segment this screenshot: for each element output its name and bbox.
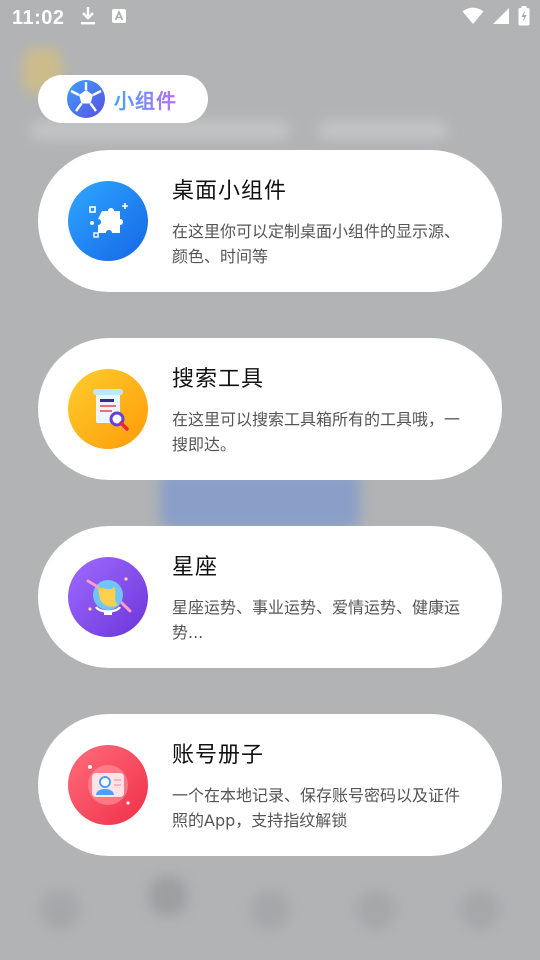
- widget-pill-label: 小组件: [114, 85, 177, 114]
- a-notification-icon: [111, 8, 127, 28]
- status-time: 11:02: [12, 6, 65, 29]
- card-description: 一个在本地记录、保存账号密码以及证件照的App，支持指纹解锁: [172, 786, 461, 830]
- card-description: 星座运势、事业运势、爱情运势、健康运势...: [172, 598, 461, 642]
- card-description: 在这里你可以定制桌面小组件的显示源、颜色、时间等: [172, 222, 461, 266]
- card-constellation[interactable]: 星座 星座运势、事业运势、爱情运势、健康运势...: [38, 526, 502, 668]
- puzzle-icon: [68, 181, 148, 261]
- card-title: 账号册子: [172, 743, 265, 768]
- status-bar: 11:02: [0, 0, 540, 36]
- battery-charging-icon: [518, 6, 530, 30]
- id-card-icon: [68, 745, 148, 825]
- card-desktop-widget[interactable]: 桌面小组件 在这里你可以定制桌面小组件的显示源、颜色、时间等: [38, 150, 502, 292]
- globe-constellation-icon: [68, 557, 148, 637]
- card-description: 在这里可以搜索工具箱所有的工具哦，一搜即达。: [172, 410, 461, 454]
- document-search-icon: [68, 369, 148, 449]
- card-title: 星座: [172, 555, 219, 580]
- wifi-icon: [462, 7, 484, 29]
- soccer-ball-logo-icon: [66, 79, 106, 119]
- card-account-book[interactable]: 账号册子 一个在本地记录、保存账号密码以及证件照的App，支持指纹解锁: [38, 714, 502, 856]
- download-icon: [79, 6, 97, 30]
- card-title: 桌面小组件: [172, 179, 288, 204]
- card-title: 搜索工具: [172, 367, 265, 392]
- widget-pill[interactable]: 小组件: [38, 75, 208, 123]
- card-search-tool[interactable]: 搜索工具 在这里可以搜索工具箱所有的工具哦，一搜即达。: [38, 338, 502, 480]
- signal-icon: [492, 7, 510, 29]
